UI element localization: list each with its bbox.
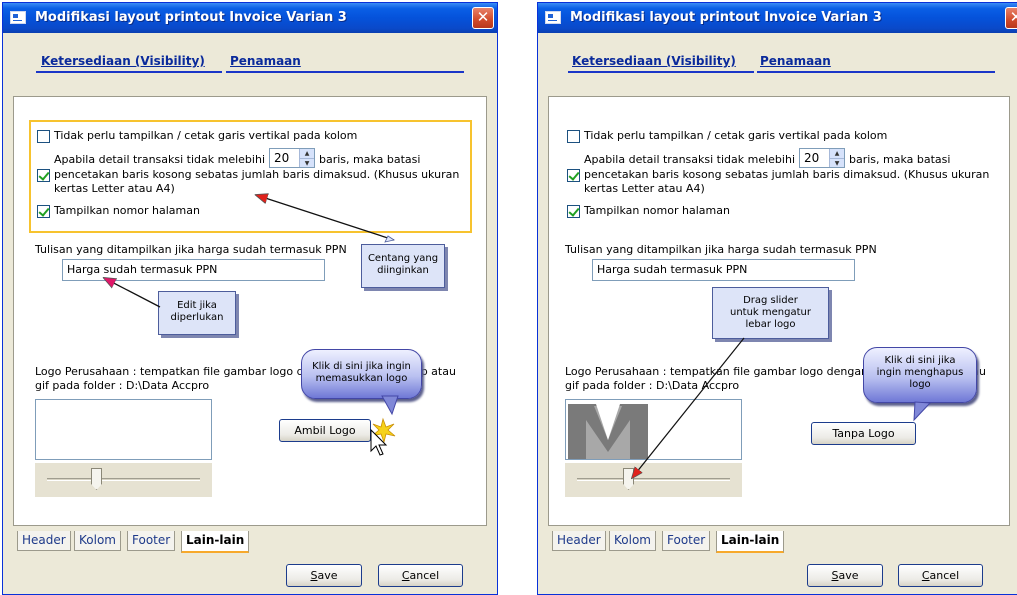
slider-thumb[interactable]: [91, 468, 102, 490]
window-title: Modifikasi layout printout Invoice Varia…: [570, 10, 882, 25]
label-page-number: Tampilkan nomor halaman: [54, 204, 200, 217]
tooltip-tanpa-logo: Klik di sini jika ingin menghapus logo: [863, 347, 977, 403]
title-bar: Modifikasi layout printout Invoice Varia…: [538, 3, 1017, 33]
checkbox-page-number[interactable]: [567, 205, 580, 218]
window-app-icon: [10, 11, 26, 24]
logo-width-slider[interactable]: [35, 463, 212, 497]
spin-down-icon[interactable]: ▼: [830, 158, 844, 167]
label-logo-line2: gif pada folder : D:\Data Accpro: [35, 379, 210, 392]
tab-penamaan[interactable]: Penamaan: [760, 54, 831, 68]
label-ppn: Tulisan yang ditampilkan jika harga suda…: [35, 243, 347, 256]
cancel-button[interactable]: Cancel: [898, 564, 983, 587]
tanpa-logo-button[interactable]: Tanpa Logo: [811, 422, 916, 445]
tab-visibility-underline: [568, 71, 754, 73]
logo-preview: [35, 399, 212, 460]
checkbox-vertical-lines[interactable]: [567, 130, 580, 143]
label-ppn: Tulisan yang ditampilkan jika harga suda…: [565, 243, 877, 256]
checkbox-vertical-lines[interactable]: [37, 130, 50, 143]
spin-up-icon[interactable]: ▲: [830, 149, 844, 158]
slider-track: [577, 478, 730, 481]
label-detail-line3: kertas Letter atau A4): [584, 182, 705, 195]
save-button[interactable]: Save: [286, 564, 362, 587]
tab-lain-lain[interactable]: Lain-lain: [716, 531, 785, 553]
label-detail-line2: pencetakan baris kosong sebatas jumlah b…: [54, 168, 460, 181]
slider-track: [47, 478, 200, 481]
logo-preview: [565, 399, 742, 460]
label-detail-line2: pencetakan baris kosong sebatas jumlah b…: [584, 168, 990, 181]
window-app-icon: [545, 11, 561, 24]
close-button[interactable]: ✕: [472, 7, 494, 29]
tab-penamaan-underline: [226, 71, 464, 73]
label-vertical-lines: Tidak perlu tampilkan / cetak garis vert…: [54, 129, 358, 142]
logo-m-icon: [568, 404, 648, 459]
label-vertical-lines: Tidak perlu tampilkan / cetak garis vert…: [584, 129, 888, 142]
tab-footer[interactable]: Footer: [127, 531, 176, 551]
tab-header[interactable]: Header: [17, 531, 71, 551]
spin-up-icon[interactable]: ▲: [300, 149, 314, 158]
title-bar: Modifikasi layout printout Invoice Varia…: [3, 3, 497, 33]
tab-lain-lain[interactable]: Lain-lain: [181, 531, 250, 553]
row-limit-spinner[interactable]: 20 ▲ ▼: [799, 148, 845, 168]
dialog-window-right: Modifikasi layout printout Invoice Varia…: [537, 2, 1017, 595]
tab-visibility[interactable]: Ketersediaan (Visibility): [572, 54, 736, 68]
tab-kolom[interactable]: Kolom: [609, 531, 656, 551]
ambil-logo-button[interactable]: Ambil Logo: [279, 419, 371, 442]
slider-thumb[interactable]: [623, 468, 634, 490]
close-button[interactable]: ✕: [1005, 7, 1017, 29]
dialog-window-left: Modifikasi layout printout Invoice Varia…: [2, 2, 498, 595]
cancel-button[interactable]: Cancel: [378, 564, 463, 587]
close-icon: ✕: [476, 8, 490, 26]
label-detail-limit: Apabila detail transaksi tidak melebihi: [54, 153, 265, 166]
label-detail-limit-suffix: baris, maka batasi: [849, 153, 951, 166]
tooltip-ambil-logo: Klik di sini jika ingin memasukkan logo: [301, 349, 422, 399]
row-limit-spinner[interactable]: 20 ▲ ▼: [269, 148, 315, 168]
label-detail-limit-suffix: baris, maka batasi: [319, 153, 421, 166]
tab-header[interactable]: Header: [552, 531, 606, 551]
tab-visibility-underline: [36, 71, 222, 73]
checkbox-limit-blank-rows[interactable]: [567, 169, 580, 182]
tab-penamaan-underline: [757, 71, 995, 73]
close-icon: ✕: [1010, 8, 1017, 26]
ppn-text-input[interactable]: Harga sudah termasuk PPN: [62, 259, 325, 281]
callout-centang: Centang yang diinginkan: [361, 244, 445, 288]
checkbox-limit-blank-rows[interactable]: [37, 169, 50, 182]
label-detail-limit: Apabila detail transaksi tidak melebihi: [584, 153, 795, 166]
row-limit-value: 20: [804, 151, 820, 165]
window-title: Modifikasi layout printout Invoice Varia…: [35, 10, 347, 25]
tab-kolom[interactable]: Kolom: [74, 531, 121, 551]
tab-footer[interactable]: Footer: [662, 531, 711, 551]
label-logo-line2: gif pada folder : D:\Data Accpro: [565, 379, 740, 392]
spin-down-icon[interactable]: ▼: [300, 158, 314, 167]
save-button[interactable]: Save: [807, 564, 883, 587]
callout-drag-slider: Drag slider untuk mengatur lebar logo: [712, 287, 829, 339]
checkbox-page-number[interactable]: [37, 205, 50, 218]
tab-penamaan[interactable]: Penamaan: [230, 54, 301, 68]
logo-width-slider[interactable]: [565, 463, 742, 497]
label-page-number: Tampilkan nomor halaman: [584, 204, 730, 217]
tab-visibility[interactable]: Ketersediaan (Visibility): [41, 54, 205, 68]
ppn-text-input[interactable]: Harga sudah termasuk PPN: [592, 259, 855, 281]
callout-edit: Edit jika diperlukan: [158, 291, 236, 335]
label-detail-line3: kertas Letter atau A4): [54, 182, 175, 195]
options-panel: Tidak perlu tampilkan / cetak garis vert…: [13, 96, 487, 526]
row-limit-value: 20: [274, 151, 290, 165]
options-panel: Tidak perlu tampilkan / cetak garis vert…: [548, 96, 1010, 526]
